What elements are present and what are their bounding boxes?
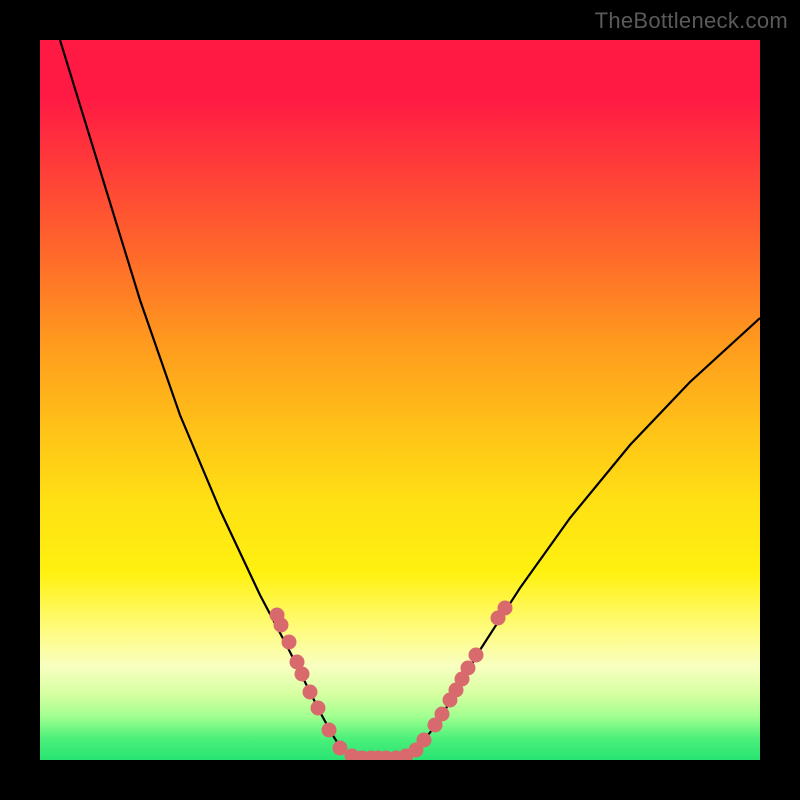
marker-dot (435, 707, 450, 722)
marker-dot (274, 618, 289, 633)
marker-dot (303, 685, 318, 700)
marker-dot (461, 661, 476, 676)
marker-dot (498, 601, 513, 616)
chart-svg (40, 40, 760, 760)
marker-dot (417, 733, 432, 748)
marker-dot (295, 667, 310, 682)
scatter-markers (270, 601, 513, 761)
marker-dot (311, 701, 326, 716)
marker-dot (469, 648, 484, 663)
marker-dot (282, 635, 297, 650)
chart-frame: TheBottleneck.com (0, 0, 800, 800)
marker-dot (322, 723, 337, 738)
watermark-text: TheBottleneck.com (595, 8, 788, 34)
plot-area (40, 40, 760, 760)
bottleneck-curve (60, 40, 760, 758)
